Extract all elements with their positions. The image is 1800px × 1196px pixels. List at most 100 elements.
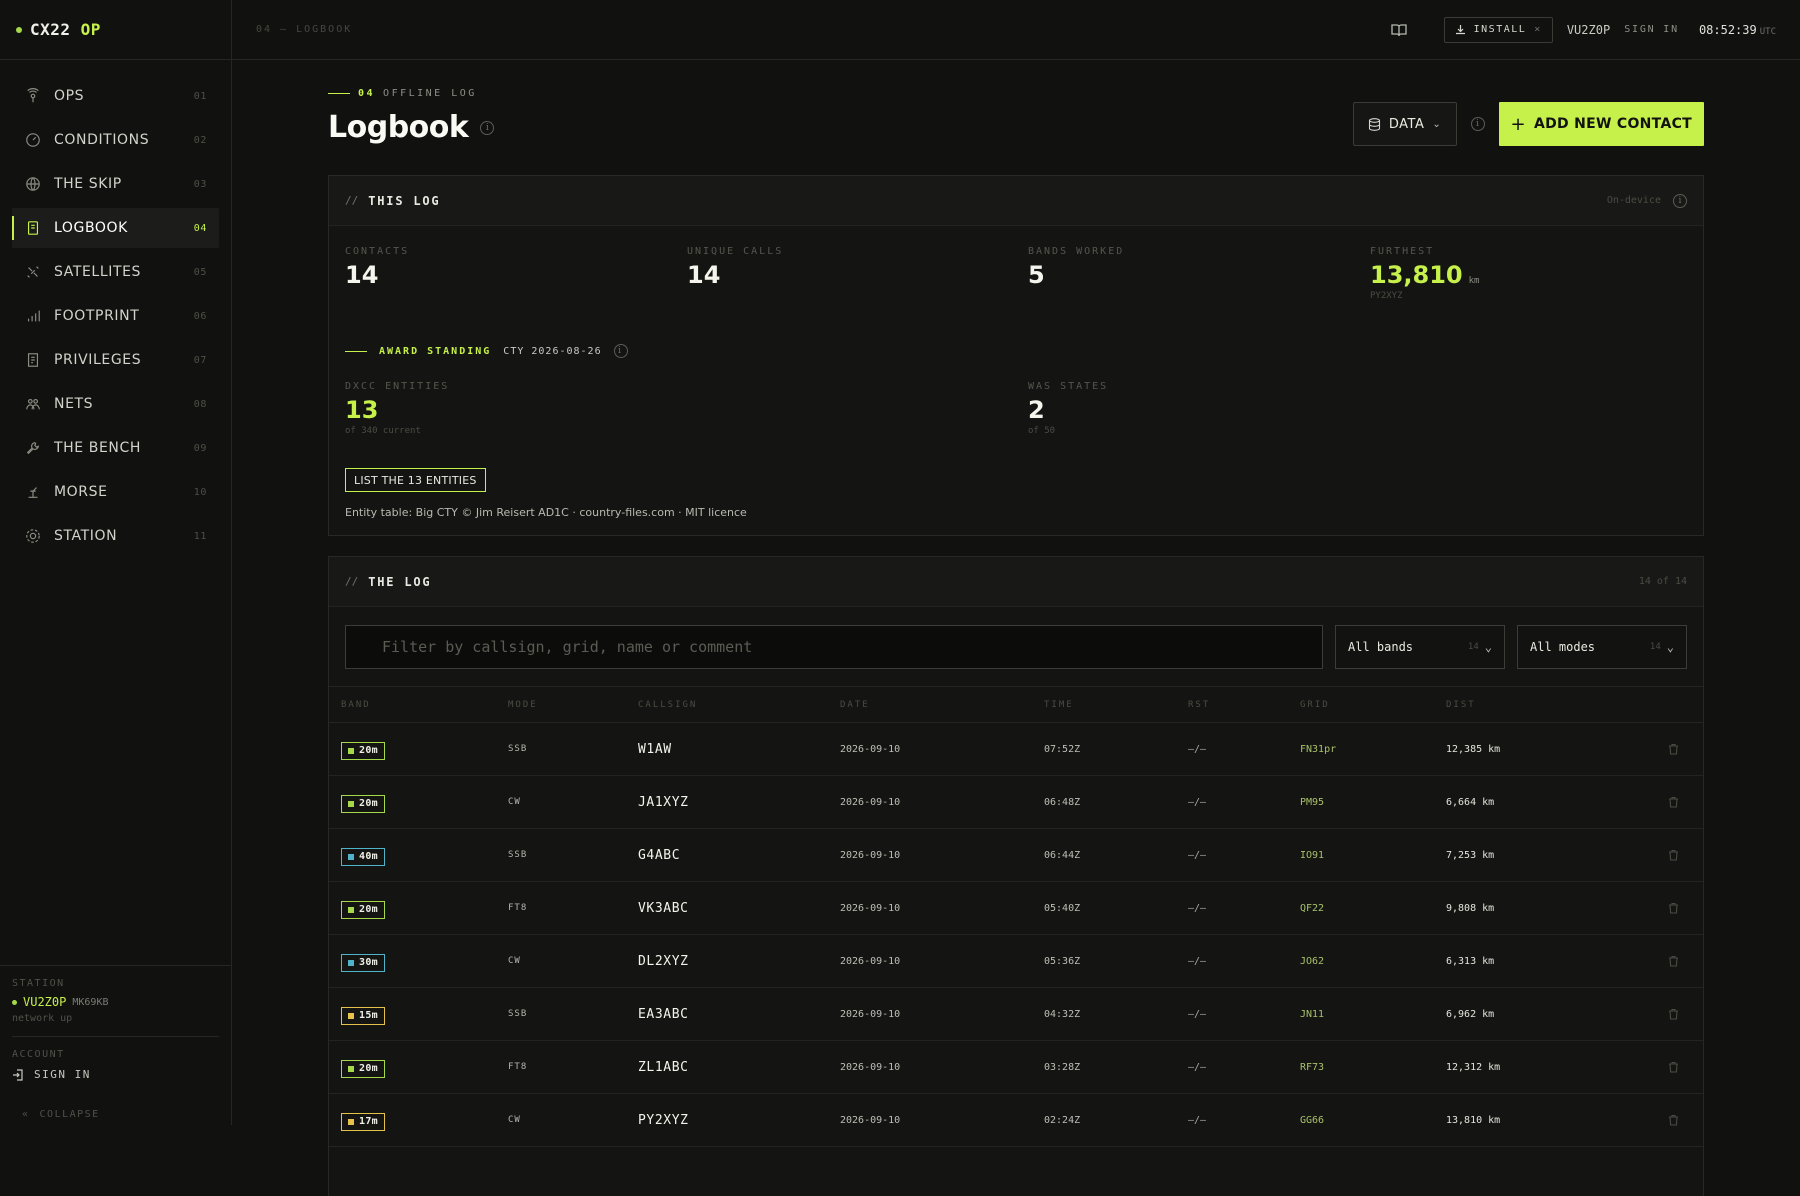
- open-book-icon[interactable]: [1390, 21, 1408, 39]
- sidebar-item-number: 09: [193, 442, 207, 454]
- grid-cell: GG66: [1300, 1114, 1325, 1126]
- award-standing: AWARD STANDING CTY 2026-08-26 i: [345, 344, 628, 358]
- sidebar-item-the-skip[interactable]: THE SKIP 03: [12, 164, 219, 204]
- sidebar-item-ops[interactable]: OPS 01: [12, 76, 219, 116]
- callsign-cell[interactable]: DL2XYZ: [638, 954, 840, 969]
- sidebar-item-the-bench[interactable]: THE BENCH 09: [12, 428, 219, 468]
- sidebar-item-nets[interactable]: NETS 08: [12, 384, 219, 424]
- band-badge: 20m: [341, 741, 385, 760]
- topbar-sign-in-link[interactable]: SIGN IN: [1624, 24, 1679, 35]
- table-row[interactable]: 20m FT8 VK3ABC 2026-09-10 05:40Z –/– QF22 9,808…: [329, 882, 1703, 935]
- sidebar-item-station[interactable]: STATION 11: [12, 516, 219, 556]
- band-badge: 20m: [341, 794, 385, 813]
- callsign-cell[interactable]: EA3ABC: [638, 1007, 840, 1022]
- callsign-cell[interactable]: JA1XYZ: [638, 795, 840, 810]
- callsign-cell[interactable]: ZL1ABC: [638, 1060, 840, 1075]
- band-badge: 20m: [341, 1059, 385, 1078]
- date-cell: 2026-09-10: [840, 849, 901, 861]
- table-row[interactable]: 30m CW DL2XYZ 2026-09-10 05:36Z –/– JO62 6,313 …: [329, 935, 1703, 988]
- station-callsign: VU2Z0P: [23, 995, 67, 1009]
- add-new-contact-button[interactable]: + ADD NEW CONTACT: [1498, 102, 1704, 146]
- this-log-info-icon[interactable]: i: [1673, 193, 1687, 208]
- sidebar-sign-in-button[interactable]: SIGN IN: [12, 1068, 219, 1081]
- delete-icon[interactable]: [1643, 1008, 1703, 1020]
- brand[interactable]: CX22 OP: [0, 0, 231, 60]
- rst-cell: –/–: [1188, 743, 1207, 755]
- filter-input[interactable]: Filter by callsign, grid, name or commen…: [345, 624, 1323, 669]
- table-row[interactable]: 20m CW JA1XYZ 2026-09-10 06:48Z –/– PM95 6,664 …: [329, 776, 1703, 829]
- rst-cell: –/–: [1188, 1008, 1207, 1020]
- sidebar-item-morse[interactable]: MORSE 10: [12, 472, 219, 512]
- sidebar-item-satellites[interactable]: SATELLITES 05: [12, 252, 219, 292]
- callsign-cell[interactable]: VK3ABC: [638, 901, 840, 916]
- table-row[interactable]: 20m SSB W1AW 2026-09-10 07:52Z –/– FN31pr 12,38…: [329, 723, 1703, 776]
- sidebar-nav: OPS 01 CONDITIONS 02 THE SKIP 03 LOGBOOK 04 SATE…: [0, 60, 231, 556]
- mode-cell: CW: [508, 1115, 521, 1125]
- page-eyebrow: 04 OFFLINE LOG: [328, 88, 477, 99]
- delete-icon[interactable]: [1643, 849, 1703, 861]
- sidebar-item-conditions[interactable]: CONDITIONS 02: [12, 120, 219, 160]
- time-cell: 07:52Z: [1044, 743, 1081, 755]
- online-dot: [12, 999, 17, 1005]
- topbar: 04 — LOGBOOK INSTALL × VU2Z0P SIGN IN 08…: [232, 0, 1800, 60]
- gauge-icon: [24, 131, 42, 149]
- install-button[interactable]: INSTALL ×: [1443, 16, 1553, 43]
- table-row[interactable]: 15m SSB EA3ABC 2026-09-10 04:32Z –/– JN11 6,962…: [329, 988, 1703, 1041]
- callsign-cell[interactable]: PY2XYZ: [638, 1113, 840, 1128]
- close-icon[interactable]: ×: [1534, 24, 1542, 35]
- sidebar-item-label: OPS: [54, 88, 85, 104]
- rst-cell: –/–: [1188, 796, 1207, 808]
- delete-icon[interactable]: [1643, 1114, 1703, 1126]
- collapse-button[interactable]: « COLLAPSE: [12, 1103, 219, 1125]
- delete-icon[interactable]: [1643, 902, 1703, 914]
- date-cell: 2026-09-10: [840, 902, 901, 914]
- data-info-icon[interactable]: i: [1470, 117, 1485, 131]
- sign-in-icon: [13, 1068, 23, 1081]
- modes-select[interactable]: All modes 14 ⌄: [1517, 624, 1687, 669]
- callsign-cell[interactable]: W1AW: [638, 742, 840, 757]
- delete-icon[interactable]: [1643, 955, 1703, 967]
- table-row[interactable]: 17m CW PY2XYZ 2026-09-10 02:24Z –/– GG66 13,810…: [329, 1094, 1703, 1147]
- rst-cell: –/–: [1188, 955, 1207, 967]
- delete-icon[interactable]: [1643, 796, 1703, 808]
- data-menu-button[interactable]: DATA ⌄: [1352, 102, 1457, 146]
- gear-icon: [24, 527, 42, 545]
- log-table-body: 20m SSB W1AW 2026-09-10 07:52Z –/– FN31pr 12,38…: [329, 723, 1703, 1147]
- rst-cell: –/–: [1188, 849, 1207, 861]
- list-entities-button[interactable]: LIST THE 13 ENTITIES: [345, 468, 486, 492]
- globe-icon: [24, 175, 42, 193]
- delete-icon[interactable]: [1643, 1061, 1703, 1073]
- band-badge: 15m: [341, 1006, 385, 1025]
- the-log-header: // THE LOG 14 of 14: [329, 557, 1703, 607]
- sidebar-item-label: NETS: [54, 396, 94, 412]
- time-cell: 06:48Z: [1044, 796, 1081, 808]
- chevron-down-icon: ⌄: [1432, 118, 1442, 130]
- delete-icon[interactable]: [1643, 743, 1703, 755]
- table-row[interactable]: 40m SSB G4ABC 2026-09-10 06:44Z –/– IO91 7,253 …: [329, 829, 1703, 882]
- station-info[interactable]: VU2Z0P MK69KB: [12, 995, 219, 1009]
- page-title: Logbook i: [328, 110, 495, 145]
- the-log-card: // THE LOG 14 of 14 Filter by callsign, …: [328, 556, 1704, 1196]
- bars-icon: [24, 307, 42, 325]
- plus-icon: +: [1510, 113, 1526, 135]
- distance-cell: 7,253 km: [1446, 849, 1495, 861]
- mode-cell: SSB: [508, 1009, 528, 1019]
- sidebar-item-footprint[interactable]: FOOTPRINT 06: [12, 296, 219, 336]
- mode-cell: SSB: [508, 744, 528, 754]
- sidebar-item-privileges[interactable]: PRIVILEGES 07: [12, 340, 219, 380]
- sidebar-footer: STATION VU2Z0P MK69KB network up ACCOUNT…: [0, 965, 231, 1125]
- bands-select[interactable]: All bands 14 ⌄: [1335, 624, 1505, 669]
- mode-cell: FT8: [508, 903, 528, 913]
- sidebar-item-logbook[interactable]: LOGBOOK 04: [12, 208, 219, 248]
- rst-cell: –/–: [1188, 1061, 1207, 1073]
- sidebar-item-label: CONDITIONS: [54, 132, 150, 148]
- log-count: 14 of 14: [1638, 576, 1687, 587]
- grid-cell: PM95: [1300, 796, 1325, 808]
- sidebar-item-label: STATION: [54, 528, 118, 544]
- table-row[interactable]: 20m FT8 ZL1ABC 2026-09-10 03:28Z –/– RF73 12,31…: [329, 1041, 1703, 1094]
- info-icon[interactable]: i: [480, 120, 495, 135]
- award-info-icon[interactable]: i: [613, 344, 628, 358]
- stat-furthest: FURTHEST 13,810 km PY2XYZ: [1370, 246, 1480, 301]
- callsign-cell[interactable]: G4ABC: [638, 848, 840, 863]
- this-log-header: // THIS LOG On-device i: [329, 176, 1703, 226]
